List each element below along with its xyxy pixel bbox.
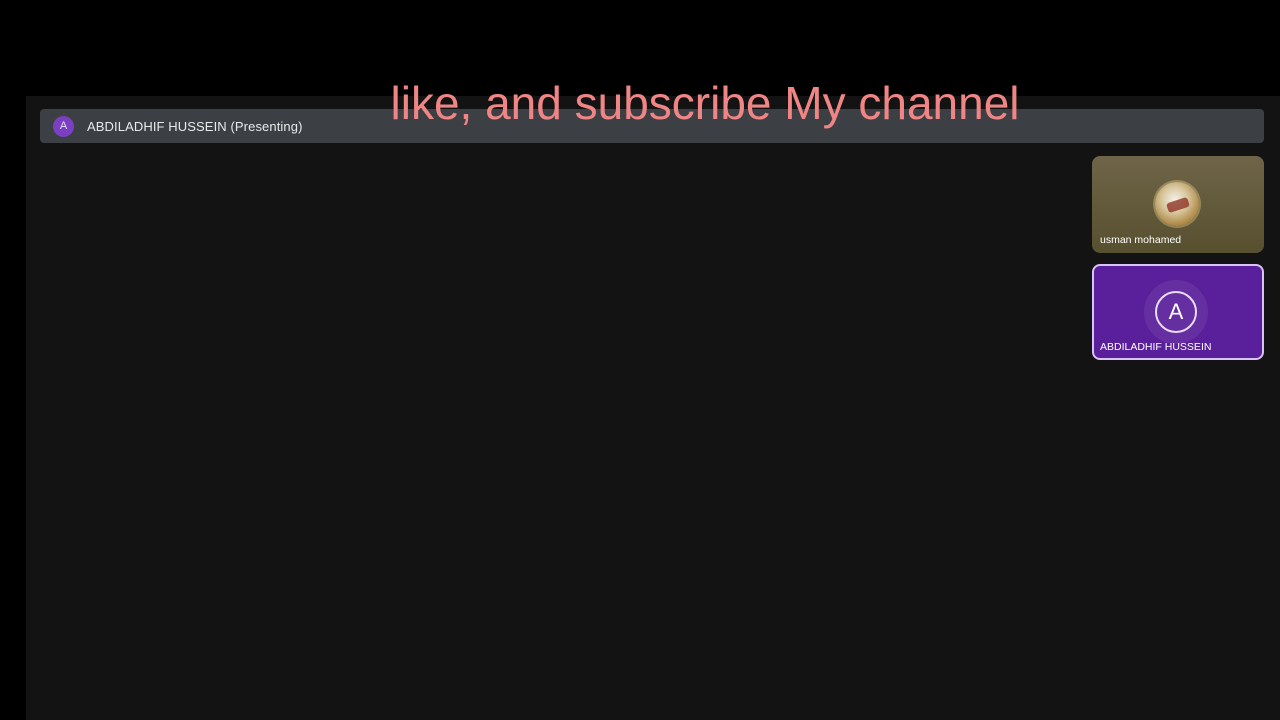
presenter-bar: A ABDILADHIF HUSSEIN (Presenting) [40, 109, 1264, 143]
participant-name: ABDILADHIF HUSSEIN [1100, 341, 1212, 353]
presenter-label: ABDILADHIF HUSSEIN (Presenting) [87, 118, 303, 134]
screen: A ABDILADHIF HUSSEIN (Presenting) usman … [0, 0, 1280, 720]
participant-tile-abdiladhif[interactable]: A ABDILADHIF HUSSEIN [1092, 264, 1264, 360]
presenter-avatar: A [53, 115, 74, 137]
participant-tile-usman[interactable]: usman mohamed [1092, 156, 1264, 253]
participant-initial-avatar: A [1155, 291, 1197, 333]
participant-name: usman mohamed [1100, 234, 1182, 246]
participant-photo-avatar [1155, 182, 1199, 226]
